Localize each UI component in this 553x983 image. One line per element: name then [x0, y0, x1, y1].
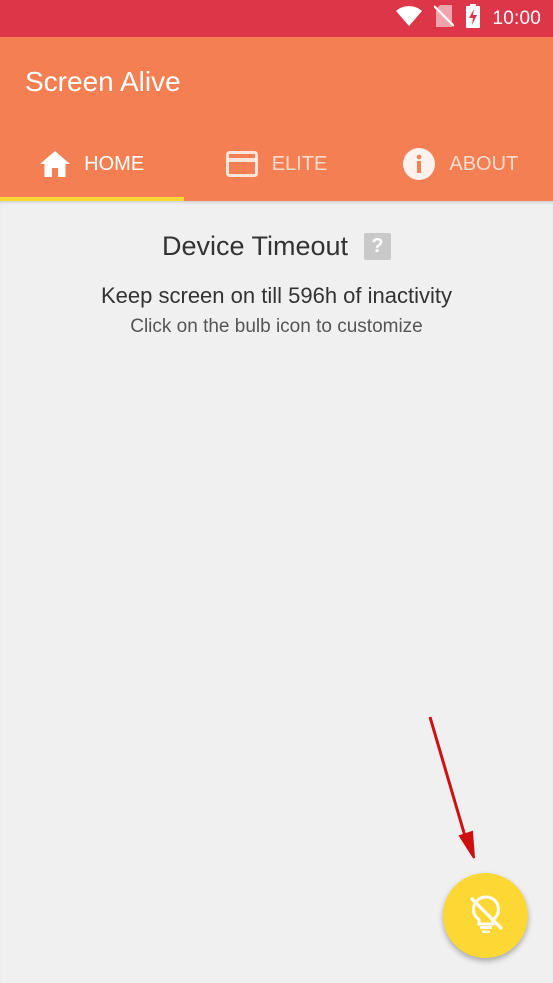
no-sim-icon — [433, 5, 456, 32]
help-icon[interactable]: ? — [364, 233, 392, 260]
wifi-icon — [396, 6, 423, 31]
bulb-toggle-button[interactable] — [443, 873, 528, 958]
bulb-off-icon — [464, 891, 508, 940]
tab-home[interactable]: HOME — [0, 127, 185, 201]
tab-home-label: HOME — [84, 152, 145, 175]
battery-charging-icon — [466, 4, 481, 33]
home-content: Device Timeout ? Keep screen on till 596… — [0, 201, 553, 983]
status-time: 10:00 — [492, 7, 541, 29]
info-icon — [403, 148, 436, 180]
tab-about-label: ABOUT — [449, 152, 519, 175]
keep-screen-status: Keep screen on till 596h of inactivity — [101, 283, 452, 308]
status-bar: 10:00 — [0, 0, 553, 37]
device-timeout-header: Device Timeout ? — [0, 231, 553, 262]
device-timeout-title: Device Timeout — [161, 231, 349, 261]
customize-hint: Click on the bulb icon to customize — [130, 316, 423, 337]
tab-about[interactable]: ABOUT — [369, 127, 553, 201]
app-bar: Screen Alive HOME ELITE ABOUT — [0, 37, 553, 201]
tab-elite-label: ELITE — [271, 152, 328, 175]
status-icons: 10:00 — [396, 0, 541, 37]
home-icon — [40, 151, 71, 177]
tab-bar: HOME ELITE ABOUT — [0, 127, 553, 201]
tab-elite[interactable]: ELITE — [184, 127, 368, 201]
card-icon — [225, 151, 258, 177]
app-title: Screen Alive — [25, 66, 181, 97]
